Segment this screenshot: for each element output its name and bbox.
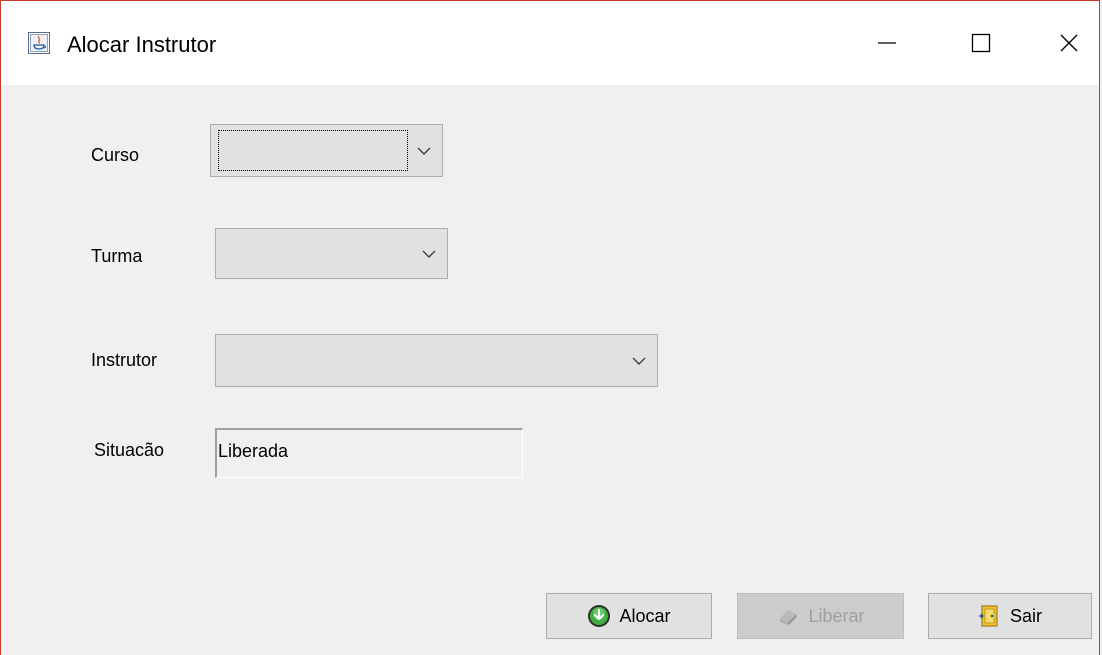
chevron-down-icon bbox=[417, 147, 431, 155]
maximize-icon[interactable] bbox=[951, 23, 1011, 63]
instrutor-combobox[interactable] bbox=[215, 334, 658, 387]
situacao-label: Situacão bbox=[94, 440, 165, 460]
curso-label: Curso bbox=[91, 145, 140, 165]
sair-label: Sair bbox=[1009, 605, 1042, 626]
alocar-button[interactable]: Alocar bbox=[546, 593, 712, 639]
turma-combobox[interactable] bbox=[215, 228, 448, 279]
alocar-instrutor-window: Alocar Instrutor Curso Turma Instrutor S… bbox=[0, 0, 1100, 655]
curso-combobox[interactable] bbox=[210, 124, 443, 177]
exit-door-icon bbox=[978, 604, 1002, 628]
java-icon[interactable] bbox=[28, 32, 50, 54]
eraser-icon bbox=[776, 604, 800, 628]
chevron-down-icon bbox=[422, 250, 436, 258]
liberar-label: Liberar bbox=[808, 605, 865, 626]
alocar-label: Alocar bbox=[619, 605, 671, 626]
focus-indicator bbox=[218, 130, 408, 171]
liberar-button[interactable]: Liberar bbox=[737, 593, 904, 639]
situacao-field[interactable]: Liberada bbox=[215, 428, 523, 478]
green-download-icon bbox=[587, 604, 611, 628]
instrutor-label: Instrutor bbox=[91, 350, 158, 370]
window-title: Alocar Instrutor bbox=[67, 32, 217, 57]
sair-button[interactable]: Sair bbox=[928, 593, 1092, 639]
minimize-icon[interactable] bbox=[857, 23, 917, 63]
turma-label: Turma bbox=[91, 246, 143, 266]
close-icon[interactable] bbox=[1039, 23, 1099, 63]
title-bar[interactable]: Alocar Instrutor bbox=[1, 1, 1099, 85]
chevron-down-icon bbox=[632, 357, 646, 365]
